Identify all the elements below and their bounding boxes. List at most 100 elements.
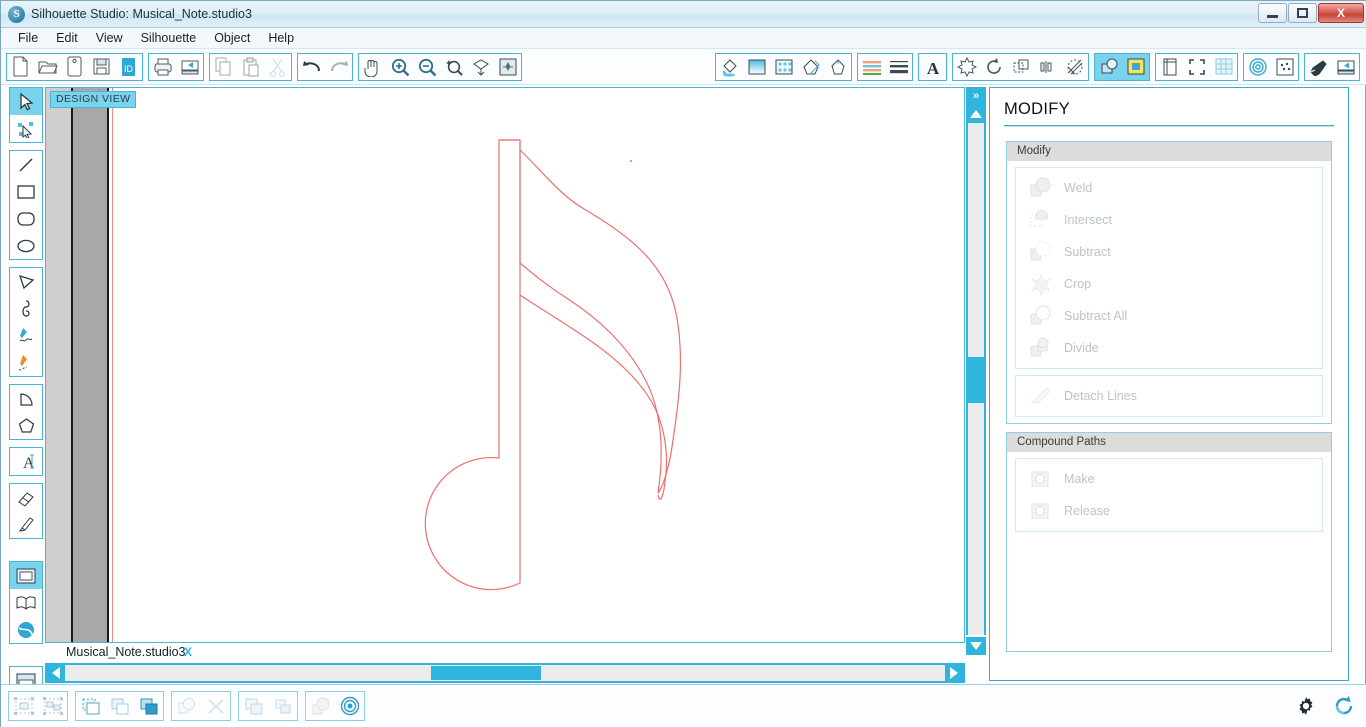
menu-item-help[interactable]: Help [259,29,303,47]
regular-polygon-tool-icon[interactable] [10,412,42,439]
horizontal-scroll-thumb[interactable] [431,666,541,680]
knife-tool-icon[interactable] [10,511,42,538]
move-transform-icon[interactable] [953,54,980,80]
modify-row-intersect[interactable]: Intersect [1016,204,1322,236]
ungroup-objects-icon[interactable] [38,692,67,720]
paste-icon[interactable] [237,54,264,80]
text-style-icon[interactable]: A [919,54,946,80]
spiral-trace-icon[interactable] [1244,54,1271,80]
replicate-icon[interactable] [268,692,297,720]
musical-note-artwork[interactable] [346,113,746,613]
registration-marks-icon[interactable] [1183,54,1210,80]
modify-row-divide[interactable]: Divide [1016,332,1322,364]
curve-tool-icon[interactable] [10,295,42,322]
cut-settings-pen-icon[interactable] [1305,54,1332,80]
bring-forward-icon[interactable] [105,692,134,720]
duplicate-icon[interactable] [239,692,268,720]
mirror-icon[interactable] [1034,54,1061,80]
rounded-rectangle-tool-icon[interactable] [10,205,42,232]
zoom-in-icon[interactable] [386,54,413,80]
menu-item-view[interactable]: View [87,29,132,47]
release-compound-status-icon[interactable] [201,692,230,720]
scale-icon[interactable] [1007,54,1034,80]
print-icon[interactable] [149,54,176,80]
modify-row-crop[interactable]: Crop [1016,268,1322,300]
menu-item-object[interactable]: Object [205,29,259,47]
polygon-tool-icon[interactable] [10,268,42,295]
select-arrow-icon[interactable] [10,88,42,115]
store-globe-icon[interactable] [10,616,42,643]
eraser-tool-icon[interactable] [10,484,42,511]
fill-color-icon[interactable] [716,54,743,80]
expand-panel-button[interactable]: » [966,87,986,105]
save-floppy-icon[interactable] [88,54,115,80]
cut-scissors-icon[interactable] [264,54,291,80]
line-style-icon[interactable] [885,54,912,80]
group-objects-icon[interactable] [9,692,38,720]
ellipse-tool-icon[interactable] [10,232,42,259]
menu-item-edit[interactable]: Edit [47,29,87,47]
open-folder-icon[interactable] [34,54,61,80]
rectangle-tool-icon[interactable] [10,178,42,205]
offset-rings-icon[interactable] [335,692,364,720]
gear-settings-icon[interactable] [1291,692,1320,720]
vertical-scrollbar[interactable]: » [966,87,986,671]
zoom-selection-icon[interactable] [440,54,467,80]
zoom-out-icon[interactable] [413,54,440,80]
sync-refresh-icon[interactable] [1329,692,1358,720]
align-panel-icon[interactable] [1122,53,1149,80]
menu-item-silhouette[interactable]: Silhouette [132,29,206,47]
vertical-scroll-thumb[interactable] [968,357,984,403]
scroll-left-arrow-icon[interactable] [47,665,65,681]
vertical-scroll-track[interactable] [966,123,986,635]
send-cut-icon[interactable] [1332,54,1359,80]
document-tab-close-icon[interactable]: X [184,645,192,659]
new-document-icon[interactable] [7,54,34,80]
scroll-up-arrow-icon[interactable] [966,105,986,123]
page-setup-icon[interactable] [1156,54,1183,80]
stipple-icon[interactable] [1271,54,1298,80]
freehand-tool-icon[interactable] [10,322,42,349]
weld-status-icon[interactable] [172,692,201,720]
fill-shape-icon[interactable] [306,692,335,720]
design-view-icon[interactable] [10,562,42,589]
design-canvas[interactable]: DESIGN VIEW [45,87,965,643]
compound-row-release[interactable]: Release [1016,495,1322,527]
line-tool-icon[interactable] [10,151,42,178]
fill-gradient-icon[interactable] [743,54,770,80]
library-book-icon[interactable] [10,589,42,616]
line-color-icon[interactable] [858,54,885,80]
save-library-icon[interactable]: ID [115,54,142,80]
zoom-all-icon[interactable] [494,54,521,80]
modify-shapes-icon[interactable] [1061,54,1088,80]
fill-pattern-icon[interactable] [770,54,797,80]
compound-row-make[interactable]: Make [1016,463,1322,495]
bring-to-front-icon[interactable] [76,692,105,720]
save-as-icon[interactable] [61,54,88,80]
scroll-down-arrow-icon[interactable] [966,637,986,655]
arc-tool-icon[interactable] [10,385,42,412]
edit-points-icon[interactable] [10,115,42,142]
text-tool-icon[interactable]: A [10,448,42,475]
maximize-restore-button[interactable] [1288,3,1317,23]
close-button[interactable]: X [1318,3,1364,23]
redo-icon[interactable] [325,54,352,80]
rotate-icon[interactable] [980,54,1007,80]
pan-hand-icon[interactable] [359,54,386,80]
modify-row-weld[interactable]: Weld [1016,172,1322,204]
copy-icon[interactable] [210,54,237,80]
sketch-pen-icon[interactable] [797,54,824,80]
smooth-freehand-tool-icon[interactable] [10,349,42,376]
undo-icon[interactable] [298,54,325,80]
send-to-silhouette-icon[interactable] [176,54,203,80]
offset-shape-icon[interactable] [824,54,851,80]
modify-row-subtract[interactable]: Subtract [1016,236,1322,268]
scroll-right-arrow-icon[interactable] [945,665,963,681]
modify-row-subtract-all[interactable]: Subtract All [1016,300,1322,332]
modify-panel-icon[interactable] [1095,53,1122,80]
menu-item-file[interactable]: File [9,29,47,47]
zoom-fit-page-icon[interactable] [467,54,494,80]
minimize-button[interactable] [1258,3,1287,23]
modify-row-detach-lines[interactable]: Detach Lines [1016,380,1322,412]
horizontal-scrollbar[interactable] [45,663,965,683]
